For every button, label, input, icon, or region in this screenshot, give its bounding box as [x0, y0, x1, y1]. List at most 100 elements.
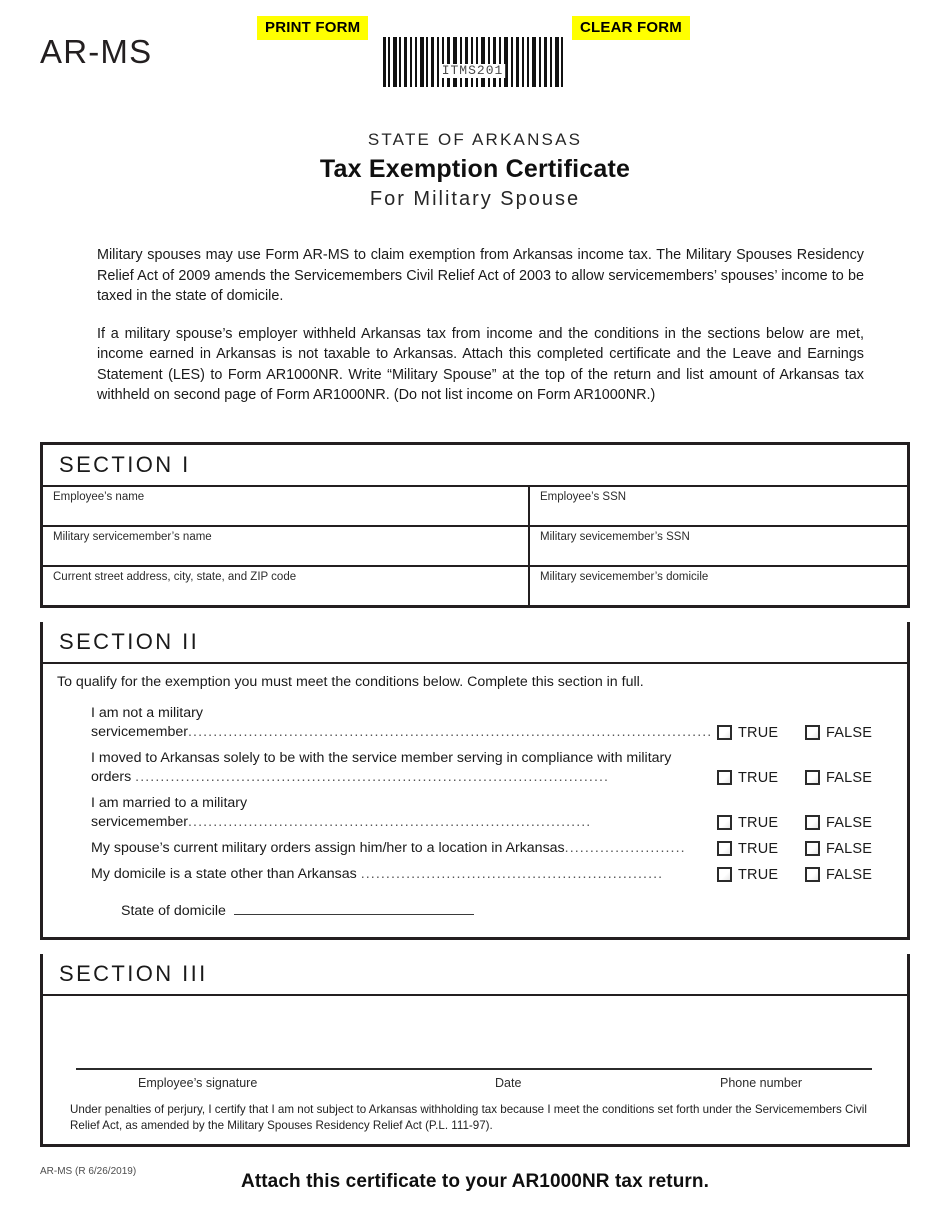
- servicemember-name-label: Military servicemember’s name: [53, 530, 212, 543]
- checkbox-false-4[interactable]: [805, 841, 820, 856]
- condition-options-2: TRUE FALSE: [717, 770, 891, 787]
- checkbox-true-4[interactable]: [717, 841, 732, 856]
- condition-options-5: TRUE FALSE: [717, 867, 891, 884]
- form-barcode: ITMS201: [381, 37, 564, 87]
- condition-options-1: TRUE FALSE: [717, 725, 891, 742]
- state-title: STATE OF ARKANSAS: [367, 130, 583, 149]
- option-true-5[interactable]: TRUE: [717, 867, 805, 883]
- false-label-2: FALSE: [826, 769, 873, 786]
- checkbox-true-1[interactable]: [717, 725, 732, 740]
- checkbox-true-2[interactable]: [717, 770, 732, 785]
- leader-dots: ........................................…: [187, 813, 592, 830]
- servicemember-domicile-field[interactable]: Military sevicemember’s domicile: [530, 567, 907, 605]
- barcode-icon: [381, 37, 564, 87]
- table-row: Current street address, city, state, and…: [43, 566, 907, 605]
- condition-row: My spouse’s current military orders assi…: [43, 839, 907, 858]
- section-three-heading: SECTION III: [43, 954, 907, 996]
- signature-entry-area[interactable]: [43, 996, 907, 1068]
- attach-note: Attach this certificate to your AR1000NR…: [241, 1170, 709, 1192]
- checkbox-false-5[interactable]: [805, 867, 820, 882]
- servicemember-name-field[interactable]: Military servicemember’s name: [43, 526, 530, 565]
- table-row: Employee’s name Employee’s SSN: [43, 486, 907, 527]
- true-label-4: TRUE: [738, 840, 779, 857]
- employee-ssn-field[interactable]: Employee’s SSN: [530, 487, 907, 525]
- instructions-paragraph-1: Military spouses may use Form AR-MS to c…: [97, 247, 864, 304]
- condition-row: I am married to a military servicemember…: [43, 794, 907, 832]
- condition-row: My domicile is a state other than Arkans…: [43, 865, 907, 884]
- checkbox-false-1[interactable]: [805, 725, 820, 740]
- revision-code: AR-MS (R 6/26/2019): [40, 1166, 137, 1177]
- perjury-statement: Under penalties of perjury, I certify th…: [70, 1102, 867, 1132]
- instructions-paragraph-2: If a military spouse’s employer withheld…: [97, 325, 864, 404]
- true-label-1: TRUE: [738, 724, 779, 741]
- checkbox-true-5[interactable]: [717, 867, 732, 882]
- condition-text-3: I am married to a military servicemember…: [91, 794, 717, 832]
- servicemember-domicile-label: Military sevicemember’s domicile: [540, 570, 709, 583]
- page-title: Tax Exemption Certificate: [319, 155, 631, 183]
- option-false-1[interactable]: FALSE: [805, 725, 891, 741]
- employee-name-field[interactable]: Employee’s name: [43, 486, 530, 525]
- employee-ssn-label: Employee’s SSN: [540, 490, 627, 503]
- phone-label: Phone number: [720, 1075, 803, 1090]
- section-two-body: To qualify for the exemption you must me…: [43, 664, 907, 937]
- table-row: Military servicemember’s name Military s…: [43, 526, 907, 567]
- section-one-heading: SECTION I: [43, 445, 907, 487]
- false-label-3: FALSE: [826, 814, 873, 831]
- condition-label-1: I am not a military servicemember: [91, 704, 203, 740]
- print-form-button[interactable]: PRINT FORM: [257, 16, 369, 40]
- checkbox-false-2[interactable]: [805, 770, 820, 785]
- option-true-3[interactable]: TRUE: [717, 815, 805, 831]
- section-three-body: Employee’s signature Date Phone number U…: [43, 996, 907, 1144]
- address-label: Current street address, city, state, and…: [53, 570, 297, 583]
- signature-label: Employee’s signature: [138, 1075, 258, 1090]
- signature-labels: Employee’s signature Date Phone number: [76, 1070, 874, 1096]
- condition-row: I am not a military servicemember.......…: [43, 704, 907, 742]
- checkbox-true-3[interactable]: [717, 815, 732, 830]
- true-label-5: TRUE: [738, 866, 779, 883]
- form-header: AR-MS PRINT FORM CLEAR FORM ITMS201: [0, 0, 950, 112]
- option-true-1[interactable]: TRUE: [717, 725, 805, 741]
- option-false-5[interactable]: FALSE: [805, 867, 891, 883]
- employee-name-label: Employee’s name: [53, 490, 145, 503]
- section-two-heading: SECTION II: [43, 622, 907, 664]
- leader-dots: ........................................…: [360, 865, 664, 882]
- leader-dots: ........................................…: [135, 768, 610, 785]
- instructions-block: Military spouses may use Form AR-MS to c…: [97, 245, 864, 406]
- false-label-5: FALSE: [826, 866, 873, 883]
- form-page: AR-MS PRINT FORM CLEAR FORM ITMS201 STAT…: [0, 0, 950, 1230]
- leader-dots: ........................................…: [187, 723, 713, 740]
- checkbox-false-3[interactable]: [805, 815, 820, 830]
- condition-options-3: TRUE FALSE: [717, 815, 891, 832]
- option-false-4[interactable]: FALSE: [805, 841, 891, 857]
- servicemember-ssn-label: Military sevicemember’s SSN: [540, 530, 690, 543]
- condition-text-1: I am not a military servicemember.......…: [91, 704, 717, 742]
- condition-text-2: I moved to Arkansas solely to be with th…: [91, 749, 717, 787]
- address-field[interactable]: Current street address, city, state, and…: [43, 566, 530, 605]
- true-label-3: TRUE: [738, 814, 779, 831]
- condition-options-4: TRUE FALSE: [717, 841, 891, 858]
- barcode-value-label: ITMS201: [439, 63, 506, 78]
- page-subtitle: For Military Spouse: [369, 188, 581, 210]
- section-two: SECTION II To qualify for the exemption …: [40, 621, 910, 940]
- servicemember-ssn-field[interactable]: Military sevicemember’s SSN: [530, 527, 907, 565]
- state-of-domicile-row: State of domicile: [43, 884, 907, 923]
- section-one: SECTION I Employee’s name Employee’s SSN…: [40, 441, 910, 608]
- condition-text-4: My spouse’s current military orders assi…: [91, 839, 717, 858]
- state-of-domicile-input[interactable]: [233, 900, 474, 915]
- option-false-2[interactable]: FALSE: [805, 770, 891, 786]
- condition-row: I moved to Arkansas solely to be with th…: [43, 749, 907, 787]
- false-label-1: FALSE: [826, 724, 873, 741]
- date-label: Date: [495, 1075, 522, 1090]
- form-code-label: AR-MS: [40, 33, 153, 70]
- title-block: STATE OF ARKANSAS Tax Exemption Certific…: [0, 130, 950, 211]
- option-true-2[interactable]: TRUE: [717, 770, 805, 786]
- leader-dots: ........................: [564, 839, 686, 856]
- option-true-4[interactable]: TRUE: [717, 841, 805, 857]
- section-three: SECTION III Employee’s signature Date Ph…: [40, 953, 910, 1147]
- true-label-2: TRUE: [738, 769, 779, 786]
- option-false-3[interactable]: FALSE: [805, 815, 891, 831]
- clear-form-button[interactable]: CLEAR FORM: [572, 16, 690, 40]
- section-two-instruction: To qualify for the exemption you must me…: [57, 673, 644, 690]
- state-of-domicile-label: State of domicile: [121, 902, 226, 919]
- false-label-4: FALSE: [826, 840, 873, 857]
